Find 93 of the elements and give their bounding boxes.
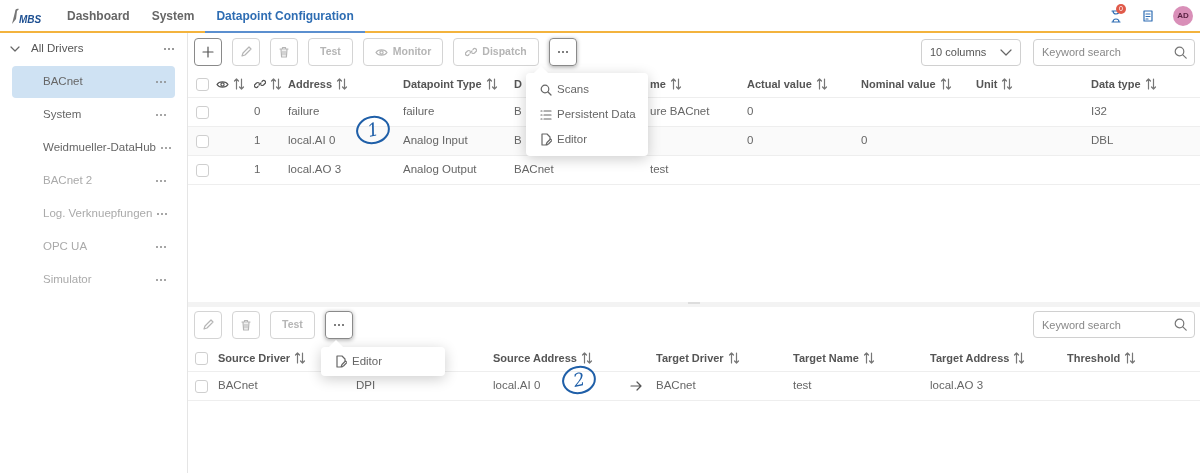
- pencil-icon: [202, 318, 214, 331]
- search-icon: [1174, 318, 1187, 331]
- more-icon: [556, 50, 569, 54]
- table-cell-text: DPI: [356, 378, 376, 394]
- more-icon: [163, 46, 175, 51]
- eye-icon: [216, 79, 229, 89]
- table-cell-text: 0: [747, 133, 754, 149]
- search-icon: [1174, 45, 1187, 59]
- table-cell-text: local.AI 0: [493, 378, 541, 394]
- search-field[interactable]: Keyword search: [1033, 38, 1195, 66]
- more-button[interactable]: [548, 38, 577, 66]
- more-icon: [155, 113, 167, 117]
- table-cell-text: test: [650, 162, 669, 178]
- checkbox[interactable]: [195, 77, 209, 91]
- table-cell-text: local.AO 3: [288, 162, 342, 178]
- arrow-right-icon: [630, 381, 642, 391]
- nav-tab[interactable]: Dashboard: [56, 0, 141, 33]
- file-edit-icon: [335, 355, 347, 368]
- menu-item[interactable]: Persistent Data: [526, 102, 648, 127]
- table-cell-text: local.AI 0: [288, 133, 336, 149]
- column-header[interactable]: me: [650, 75, 666, 93]
- nav-tab[interactable]: Datapoint Configuration: [205, 0, 365, 33]
- table-cell-text: Analog Input: [403, 133, 468, 149]
- table-cell-text: failure: [403, 104, 435, 120]
- tree-item[interactable]: Weidmueller-DataHub: [12, 132, 175, 164]
- document-icon[interactable]: [1143, 9, 1153, 22]
- table-cell-text: ure BACnet: [650, 104, 710, 120]
- logo-text: MBS: [19, 14, 42, 25]
- column-header[interactable]: D: [514, 75, 522, 93]
- hourglass-icon: [1111, 9, 1121, 23]
- search-icon: [540, 83, 552, 96]
- table-cell-text: 0: [254, 104, 261, 120]
- table-cell-text: failure: [288, 104, 320, 120]
- plus-icon: [202, 46, 214, 58]
- more-icon: [159, 146, 172, 150]
- more-icon: [155, 179, 167, 183]
- column-header[interactable]: Datapoint Type: [403, 75, 482, 93]
- user-avatar[interactable]: AD: [1173, 5, 1193, 26]
- table-cell-text: test: [793, 378, 812, 394]
- chevron-down-icon: [1000, 48, 1012, 56]
- column-header[interactable]: Target Driver: [656, 349, 724, 367]
- menu-item[interactable]: Scans: [526, 77, 648, 102]
- table-cell-text: BACnet: [656, 378, 696, 394]
- column-header[interactable]: Target Address: [930, 349, 1010, 367]
- table-cell-text: 1: [254, 133, 261, 149]
- more-icon: [156, 212, 169, 216]
- menu-item[interactable]: Editor: [526, 127, 648, 152]
- table-cell-text: 0: [861, 133, 868, 149]
- columns-dropdown[interactable]: 10 columns: [921, 38, 1021, 66]
- table-cell-text: DBL: [1091, 133, 1114, 149]
- column-header[interactable]: Address: [288, 75, 333, 93]
- add-button[interactable]: [194, 38, 222, 66]
- tree-item[interactable]: All Drivers: [31, 39, 163, 58]
- column-header[interactable]: Data type: [1091, 75, 1141, 93]
- column-header[interactable]: Unit: [976, 75, 998, 93]
- tree-item[interactable]: System: [12, 99, 175, 131]
- more-button[interactable]: [324, 310, 353, 339]
- more-icon: [155, 278, 167, 282]
- table-cell-text: I32: [1091, 104, 1107, 120]
- checkbox[interactable]: [194, 379, 208, 393]
- table-cell-text: B: [514, 133, 522, 149]
- checkbox[interactable]: [195, 105, 209, 119]
- link-icon: [465, 46, 478, 58]
- table-cell-text: local.AO 3: [930, 378, 984, 394]
- trash-icon: [241, 318, 251, 331]
- menu-item[interactable]: Editor: [321, 349, 445, 374]
- column-header[interactable]: Threshold: [1067, 349, 1121, 367]
- column-header[interactable]: Nominal value: [861, 75, 936, 93]
- table-cell-text: BACnet: [218, 378, 258, 394]
- checkbox[interactable]: [194, 351, 208, 365]
- table-cell-text: 0: [747, 104, 754, 120]
- trash-icon: [279, 46, 289, 58]
- more-icon: [155, 245, 167, 249]
- column-header[interactable]: Source Driver: [218, 349, 291, 367]
- table-cell-text: 1: [254, 162, 261, 178]
- file-edit-icon: [540, 133, 552, 146]
- search-field[interactable]: Keyword search: [1033, 311, 1195, 338]
- pencil-icon: [240, 46, 252, 58]
- column-header[interactable]: Actual value: [747, 75, 812, 93]
- table-cell-text: BACnet: [514, 162, 554, 178]
- table-cell-text: Analog Output: [403, 162, 477, 178]
- more-icon: [155, 80, 167, 84]
- column-header[interactable]: Target Name: [793, 349, 859, 367]
- checkbox[interactable]: [195, 134, 209, 148]
- list-icon: [540, 109, 552, 120]
- nav-tab[interactable]: System: [140, 0, 206, 33]
- table-cell-text: B: [514, 104, 522, 120]
- checkbox[interactable]: [195, 163, 209, 177]
- eye-icon: [374, 47, 388, 57]
- tree-item[interactable]: BACnet: [12, 66, 175, 98]
- more-icon: [332, 322, 345, 327]
- link-icon: [254, 78, 266, 90]
- chevron-down-icon[interactable]: [10, 45, 20, 52]
